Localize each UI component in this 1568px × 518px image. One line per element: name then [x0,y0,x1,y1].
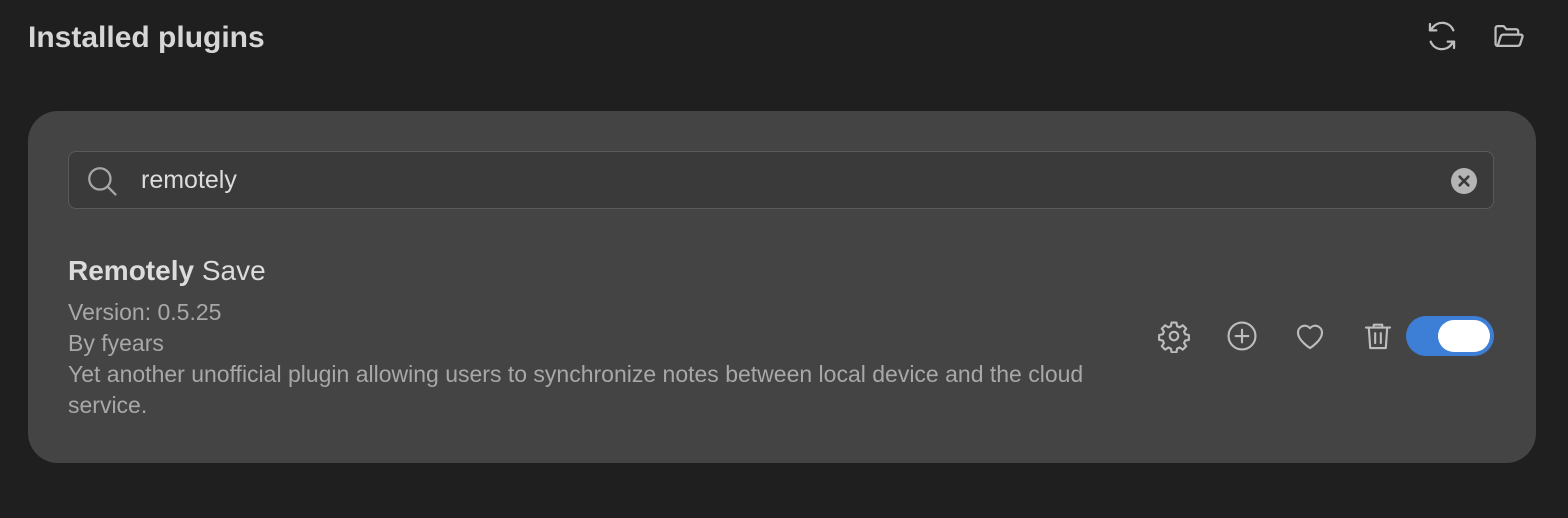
clear-icon[interactable] [1451,168,1477,194]
plugins-card: Remotely Save Version: 0.5.25 By fyears … [28,111,1536,463]
plugin-description: Yet another unofficial plugin allowing u… [68,361,1084,418]
add-circle-icon [1227,321,1257,351]
plugin-version: Version: 0.5.25 [68,299,222,325]
toggle-knob [1438,320,1490,352]
plugin-actions [1156,315,1494,357]
plugin-item: Remotely Save Version: 0.5.25 By fyears … [68,251,1494,431]
header: Installed plugins [0,0,1568,76]
search-box [68,151,1494,209]
heart-icon [1296,324,1324,350]
reload-icon [1428,21,1456,51]
plugin-name: Remotely Save [68,251,266,291]
plugin-settings-pane: Installed plugins remotely Remotely Save… [0,0,1568,518]
plugin-name-match: Remotely [68,255,195,286]
plugin-name-rest: Save [194,255,266,286]
trash-icon [1364,323,1392,350]
search-icon [88,167,117,196]
plugin-options-button[interactable] [1156,318,1192,354]
plugin-hotkeys-button[interactable] [1224,318,1260,354]
search-input[interactable] [141,160,1431,200]
open-plugins-folder-button[interactable] [1491,18,1527,54]
plugin-meta: Version: 0.5.25 By fyears Yet another un… [68,297,1108,421]
page-title: Installed plugins [28,21,265,54]
plugin-uninstall-button[interactable] [1360,318,1396,354]
plugin-donate-button[interactable] [1292,318,1328,354]
folder-open-icon [1494,24,1524,48]
gear-icon [1158,321,1190,353]
plugin-author: By fyears [68,330,164,356]
reload-button[interactable] [1424,18,1460,54]
plugin-enable-toggle[interactable] [1406,316,1494,356]
